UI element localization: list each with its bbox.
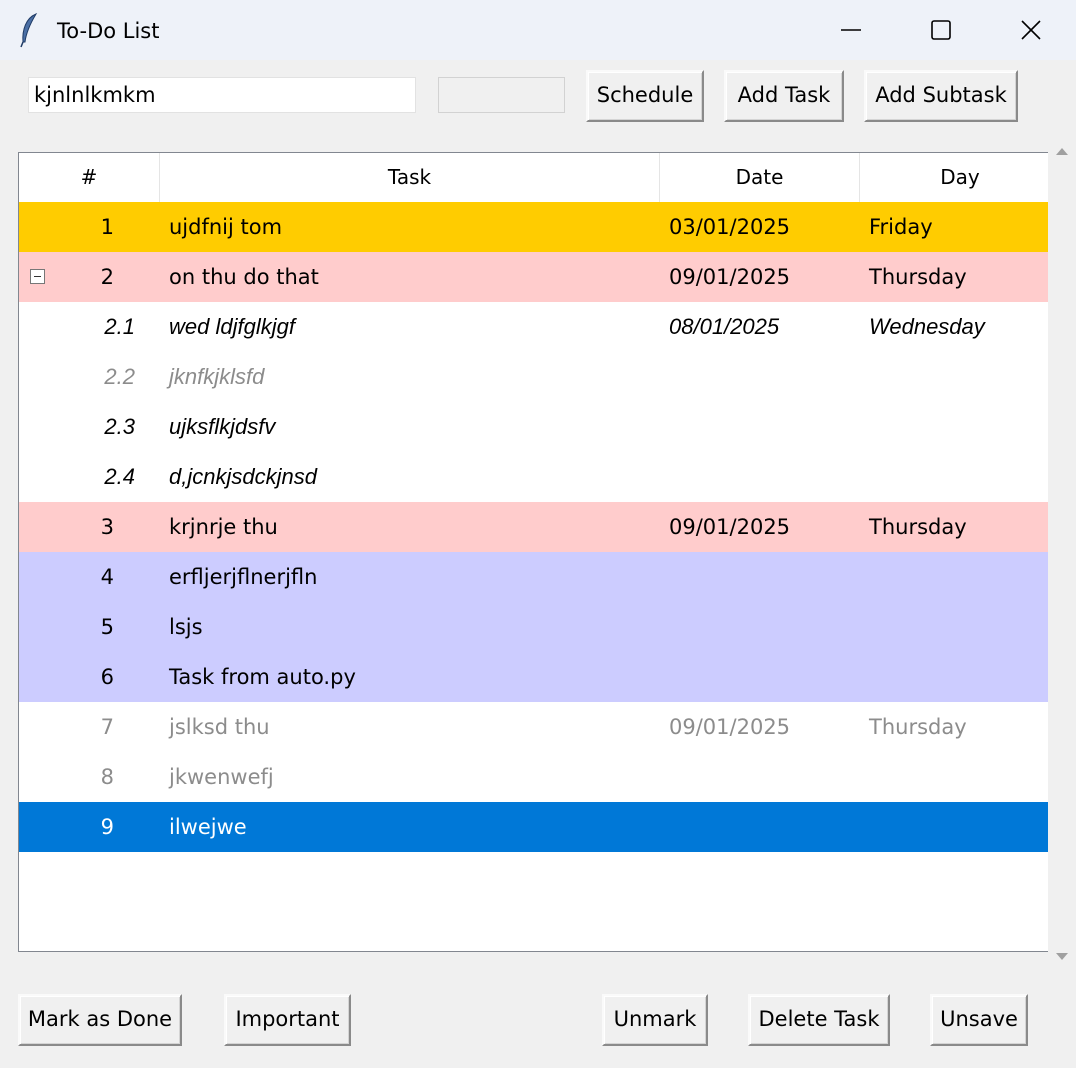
task-name: ujksflkjdsfv — [169, 414, 276, 439]
task-date: 03/01/2025 — [669, 215, 791, 239]
task-number: 2 — [100, 265, 114, 289]
task-day: Wednesday — [869, 314, 985, 339]
subtask-row[interactable]: 2.2 jknfkjklsfd — [19, 352, 1048, 402]
task-day: Thursday — [869, 265, 967, 289]
task-name: jslksd thu — [169, 715, 270, 739]
task-number: 5 — [100, 615, 114, 639]
feather-icon — [18, 12, 42, 48]
scroll-down-arrow-icon[interactable] — [1053, 948, 1071, 966]
column-header-task[interactable]: Task — [160, 153, 660, 202]
task-row[interactable]: 2 on thu do that 09/01/2025 Thursday — [19, 252, 1048, 302]
task-date: 08/01/2025 — [669, 314, 780, 339]
unsave-button[interactable]: Unsave — [930, 994, 1028, 1046]
task-name: Task from auto.py — [169, 665, 356, 689]
task-number: 2.4 — [104, 464, 135, 489]
task-input[interactable] — [28, 77, 416, 113]
schedule-button[interactable]: Schedule — [586, 70, 704, 122]
task-name: erfljerjflnerjfln — [169, 565, 318, 589]
column-header-number[interactable]: # — [19, 153, 160, 202]
scroll-up-arrow-icon[interactable] — [1053, 142, 1071, 160]
task-name: jknfkjklsfd — [169, 364, 265, 389]
subtask-row[interactable]: 2.1 wed ldjfglkjgf 08/01/2025 Wednesday — [19, 302, 1048, 352]
task-name: wed ldjfglkjgf — [169, 314, 295, 339]
delete-task-button[interactable]: Delete Task — [748, 994, 890, 1046]
task-tree[interactable]: # Task Date Day 1 ujdfnij tom 03/01/2025 Fr… — [18, 152, 1048, 952]
task-row[interactable]: 8 jkwenwefj — [19, 752, 1048, 802]
task-row[interactable]: 9 ilwejwe — [19, 802, 1048, 852]
task-name: ilwejwe — [169, 815, 247, 839]
task-date: 09/01/2025 — [669, 265, 791, 289]
task-name: krjnrje thu — [169, 515, 278, 539]
date-field[interactable] — [438, 77, 565, 113]
column-header-date[interactable]: Date — [660, 153, 860, 202]
add-task-button[interactable]: Add Task — [724, 70, 844, 122]
task-name: jkwenwefj — [169, 765, 274, 789]
task-date: 09/01/2025 — [669, 715, 791, 739]
minimize-icon — [841, 29, 861, 31]
unmark-button[interactable]: Unmark — [602, 994, 708, 1046]
task-date: 09/01/2025 — [669, 515, 791, 539]
task-number: 2.2 — [104, 364, 135, 389]
task-number: 7 — [100, 715, 114, 739]
task-name: on thu do that — [169, 265, 319, 289]
task-name: d,jcnkjsdckjnsd — [169, 464, 317, 489]
task-number: 3 — [100, 515, 114, 539]
title-bar[interactable]: To-Do List — [0, 0, 1076, 60]
mark-as-done-button[interactable]: Mark as Done — [18, 994, 182, 1046]
task-day: Thursday — [869, 715, 967, 739]
important-button[interactable]: Important — [224, 994, 351, 1046]
close-icon — [1021, 20, 1041, 40]
vertical-scrollbar[interactable] — [1048, 130, 1076, 972]
window-title: To-Do List — [57, 19, 160, 43]
task-number: 2.1 — [104, 314, 135, 339]
task-number: 4 — [100, 565, 114, 589]
task-row[interactable]: 6 Task from auto.py — [19, 652, 1048, 702]
task-number: 6 — [100, 665, 114, 689]
task-day: Thursday — [869, 515, 967, 539]
tree-header: # Task Date Day — [19, 153, 1048, 202]
task-row[interactable]: 1 ujdfnij tom 03/01/2025 Friday — [19, 202, 1048, 252]
subtask-row[interactable]: 2.3 ujksflkjdsfv — [19, 402, 1048, 452]
task-row[interactable]: 5 lsjs — [19, 602, 1048, 652]
task-number: 9 — [100, 815, 114, 839]
task-row[interactable]: 3 krjnrje thu 09/01/2025 Thursday — [19, 502, 1048, 552]
task-number: 1 — [100, 215, 114, 239]
todo-window: To-Do List Schedule Add Task Add Subtask… — [0, 0, 1076, 1068]
task-name: ujdfnij tom — [169, 215, 283, 239]
task-row[interactable]: 4 erfljerjflnerjfln — [19, 552, 1048, 602]
close-button[interactable] — [986, 0, 1076, 60]
maximize-button[interactable] — [896, 0, 986, 60]
task-number: 2.3 — [104, 414, 135, 439]
column-header-day[interactable]: Day — [860, 153, 1048, 202]
subtask-row[interactable]: 2.4 d,jcnkjsdckjnsd — [19, 452, 1048, 502]
task-number: 8 — [100, 765, 114, 789]
add-subtask-button[interactable]: Add Subtask — [864, 70, 1018, 122]
minimize-button[interactable] — [806, 0, 896, 60]
task-name: lsjs — [169, 615, 203, 639]
task-row[interactable]: 7 jslksd thu 09/01/2025 Thursday — [19, 702, 1048, 752]
maximize-icon — [931, 20, 951, 40]
task-day: Friday — [869, 215, 933, 239]
